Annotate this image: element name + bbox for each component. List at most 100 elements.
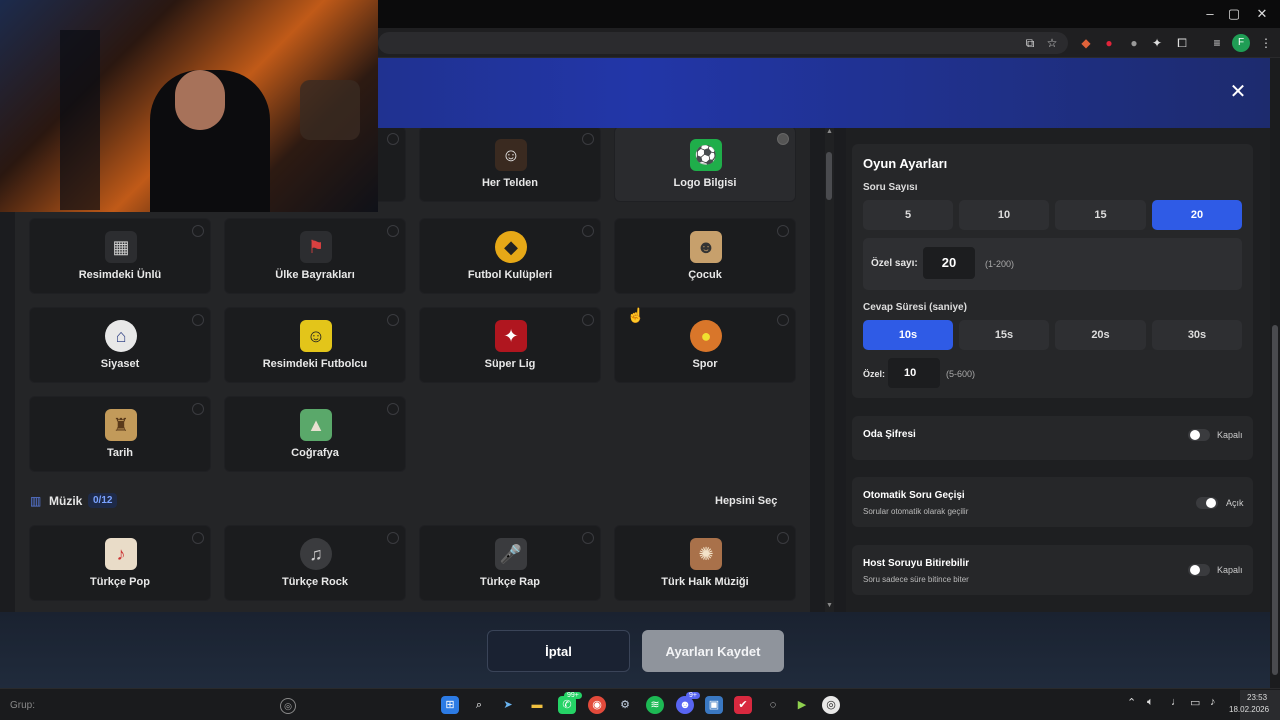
room-password-toggle[interactable]	[1188, 429, 1210, 441]
category-radio[interactable]	[387, 225, 399, 237]
monitor-icon[interactable]: ▭	[1190, 696, 1200, 709]
section-title: Müzik	[49, 494, 83, 508]
voice-icon[interactable]: ◎	[280, 698, 296, 714]
category-card-turkce-rock[interactable]: ♫ Türkçe Rock	[224, 525, 406, 601]
category-card-super-lig[interactable]: ✦ Süper Lig	[419, 307, 601, 383]
save-settings-button[interactable]: Ayarları Kaydet	[642, 630, 784, 672]
webcam-overlay	[0, 0, 378, 212]
question-count-option[interactable]: 10	[959, 200, 1049, 230]
extension-icon[interactable]: ◆	[1077, 34, 1095, 52]
profile-avatar[interactable]: F	[1232, 34, 1250, 52]
category-radio[interactable]	[192, 314, 204, 326]
menu-icon[interactable]: ⋮	[1257, 34, 1275, 52]
category-radio[interactable]	[192, 403, 204, 415]
speaker-icon[interactable]: 🔈︎	[1147, 696, 1154, 709]
scrollbar-track[interactable]	[825, 128, 834, 612]
tray-chevron-icon[interactable]: ⌃	[1127, 696, 1136, 709]
category-label: Türkçe Rap	[480, 576, 540, 588]
category-radio[interactable]	[192, 532, 204, 544]
volume-icon[interactable]: ♪	[1210, 696, 1216, 708]
modal-close-button[interactable]: ✕	[1228, 82, 1248, 102]
scroll-down-icon[interactable]: ▼	[825, 602, 834, 612]
category-card-tarih[interactable]: ♜ Tarih	[29, 396, 211, 472]
custom-time-input[interactable]: 10	[888, 358, 940, 388]
address-bar[interactable]	[378, 32, 1068, 54]
star-icon[interactable]: ☆	[1043, 34, 1061, 52]
answer-time-option[interactable]: 30s	[1152, 320, 1242, 350]
room-password-label: Oda Şifresi	[863, 429, 916, 440]
microphone-icon: 🎤	[495, 538, 527, 570]
taskbar-search[interactable]: Grup:	[10, 700, 35, 711]
category-radio[interactable]	[777, 133, 789, 145]
category-card-turk-halk-muzigi[interactable]: ✺ Türk Halk Müziği	[614, 525, 796, 601]
extension-icon[interactable]: ●	[1100, 34, 1118, 52]
question-count-option[interactable]: 5	[863, 200, 953, 230]
category-radio[interactable]	[192, 225, 204, 237]
windows-start-icon[interactable]: ⊞	[441, 696, 459, 714]
extension-icon[interactable]: ✦	[1148, 34, 1166, 52]
telegram-icon[interactable]: ➤	[499, 696, 517, 714]
category-radio[interactable]	[777, 225, 789, 237]
spotify-icon[interactable]: ≋	[646, 696, 664, 714]
question-count-option-selected[interactable]: 20	[1152, 200, 1242, 230]
app-icon[interactable]: ✔	[734, 696, 752, 714]
maximize-button[interactable]: ▢	[1224, 4, 1244, 24]
music-section-header: ▥ Müzik 0/12 Hepsini Seç	[30, 492, 790, 512]
custom-count-input[interactable]: 20	[923, 247, 975, 279]
search-icon[interactable]: ⌕	[470, 696, 488, 714]
category-card-ulke-bayraklari[interactable]: ⚑ Ülke Bayrakları	[224, 218, 406, 294]
steam-icon[interactable]: ⚙	[616, 696, 634, 714]
category-card-futbol-kulupleri[interactable]: ◆ Futbol Kulüpleri	[419, 218, 601, 294]
category-card-logo-bilgisi[interactable]: ⚽ Logo Bilgisi	[614, 128, 796, 202]
category-card-turkce-rap[interactable]: 🎤 Türkçe Rap	[419, 525, 601, 601]
category-radio[interactable]	[582, 314, 594, 326]
answer-time-option[interactable]: 15s	[959, 320, 1049, 350]
host-end-toggle[interactable]	[1188, 564, 1210, 576]
minimize-button[interactable]: –	[1200, 4, 1220, 24]
category-radio[interactable]	[582, 225, 594, 237]
category-radio[interactable]	[387, 314, 399, 326]
cancel-button[interactable]: İptal	[487, 630, 630, 672]
extension-icon[interactable]: ●	[1125, 34, 1143, 52]
page-scrollbar-thumb[interactable]	[1272, 325, 1278, 675]
media-icon[interactable]: ≡	[1208, 34, 1226, 52]
scrollbar-thumb[interactable]	[826, 152, 832, 200]
category-label: Resimdeki Ünlü	[78, 269, 162, 281]
category-card-cocuk[interactable]: ☻ Çocuk	[614, 218, 796, 294]
capitol-icon: ⌂	[105, 320, 137, 352]
app-icon[interactable]: ◌	[764, 696, 782, 714]
scroll-up-icon[interactable]: ▲	[825, 128, 834, 138]
select-all-link[interactable]: Hepsini Seç	[715, 495, 777, 507]
category-card-her-telden[interactable]: ☺ Her Telden	[419, 128, 601, 202]
category-radio[interactable]	[387, 403, 399, 415]
category-radio[interactable]	[777, 532, 789, 544]
category-card-resimdeki-futbolcu[interactable]: ☺ Resimdeki Futbolcu	[224, 307, 406, 383]
category-card-cografya[interactable]: ▲ Coğrafya	[224, 396, 406, 472]
category-card-resimdeki-unlu[interactable]: ▦ Resimdeki Ünlü	[29, 218, 211, 294]
category-label: Türkçe Rock	[281, 576, 349, 588]
microphone-icon[interactable]: ♩	[1171, 696, 1182, 708]
question-count-option[interactable]: 15	[1055, 200, 1146, 230]
category-radio[interactable]	[777, 314, 789, 326]
category-radio[interactable]	[582, 532, 594, 544]
category-radio[interactable]	[387, 133, 399, 145]
category-card-turkce-pop[interactable]: ♪ Türkçe Pop	[29, 525, 211, 601]
auto-next-toggle[interactable]	[1196, 497, 1218, 509]
category-radio[interactable]	[582, 133, 594, 145]
folder-icon[interactable]: ▬	[528, 696, 546, 714]
answer-time-option[interactable]: 20s	[1055, 320, 1146, 350]
install-icon[interactable]: ⧉	[1021, 34, 1039, 52]
window-close-button[interactable]: ✕	[1252, 4, 1272, 24]
category-radio[interactable]	[387, 532, 399, 544]
category-label: Resimdeki Futbolcu	[262, 358, 368, 370]
answer-time-option-selected[interactable]: 10s	[863, 320, 953, 350]
obs-icon[interactable]: ◎	[822, 696, 840, 714]
puzzle-icon[interactable]: ⧠	[1173, 34, 1191, 52]
notification-badge: 9+	[686, 692, 700, 699]
category-card-siyaset[interactable]: ⌂ Siyaset	[29, 307, 211, 383]
play-icon[interactable]: ▶	[793, 696, 811, 714]
taskbar	[0, 688, 1280, 720]
photos-icon[interactable]: ▣	[705, 696, 723, 714]
chrome-icon[interactable]: ◉	[588, 696, 606, 714]
category-label: Türk Halk Müziği	[661, 576, 749, 588]
